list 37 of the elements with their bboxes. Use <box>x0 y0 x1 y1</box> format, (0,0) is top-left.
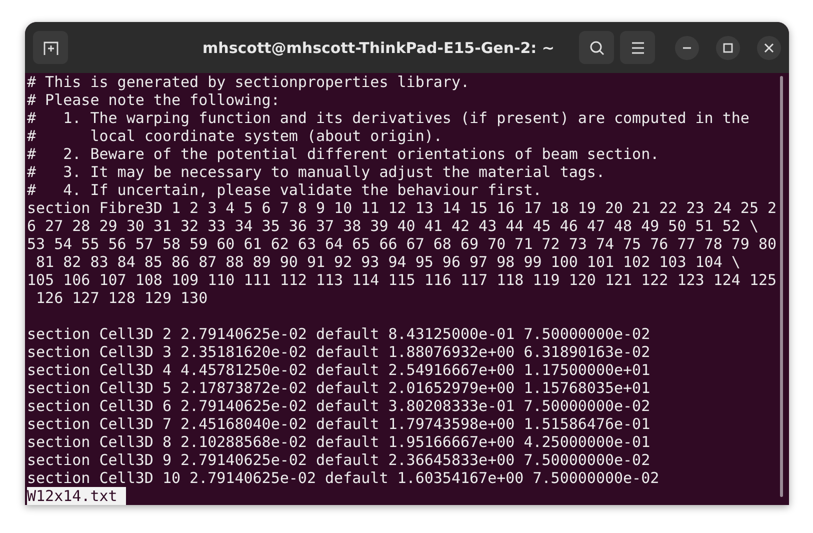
terminal-line: section Cell3D 3 2.35181620e-02 default 1.88076932e+00 6.31890163e-02 <box>27 343 650 361</box>
maximize-icon <box>723 42 733 52</box>
terminal-line: # 2. Beware of the potential different orientations of beam section. <box>27 145 660 163</box>
window-title: mhscott@mhscott-ThinkPad-E15-Gen-2: ~ <box>202 38 556 56</box>
menu-icon <box>630 42 644 54</box>
maximize-button[interactable] <box>716 36 740 60</box>
close-button[interactable] <box>757 36 781 60</box>
terminal-line: section Cell3D 4 4.45781250e-02 default 2.54916667e+00 1.17500000e+01 <box>27 361 650 379</box>
scrollbar[interactable] <box>780 76 783 497</box>
terminal-line: # This is generated by sectionproperties library. <box>27 73 470 91</box>
minimize-button[interactable] <box>675 36 699 60</box>
terminal-line: 105 106 107 108 109 110 111 112 113 114 115 116 117 118 119 120 121 122 123 124 125 <box>27 271 777 289</box>
terminal-line: section Fibre3D 1 2 3 4 5 6 7 8 9 10 11 12 13 14 15 16 17 18 19 20 21 22 23 24 25 2 <box>27 199 777 217</box>
search-button[interactable] <box>579 31 614 64</box>
new-tab-icon <box>42 40 58 56</box>
terminal-line: # local coordinate system (about origin). <box>27 127 442 145</box>
pager-prompt: W12x14.txt <box>27 487 126 505</box>
new-tab-button[interactable] <box>33 31 68 64</box>
terminal-line: 81 82 83 84 85 86 87 88 89 90 91 92 93 94 95 96 97 98 99 100 101 102 103 104 \ <box>35 253 740 271</box>
search-icon <box>588 40 604 56</box>
terminal-line: section Cell3D 7 2.45168040e-02 default 1.79743598e+00 1.51586476e-01 <box>27 415 650 433</box>
terminal-line: section Cell3D 8 2.10288568e-02 default 1.95166667e+00 4.25000000e-01 <box>27 433 650 451</box>
terminal-line: section Cell3D 9 2.79140625e-02 default 2.36645833e+00 7.50000000e-02 <box>27 451 650 469</box>
terminal-line: 126 127 128 129 130 <box>35 289 208 307</box>
terminal-line: section Cell3D 2 2.79140625e-02 default 8.43125000e-01 7.50000000e-02 <box>27 325 650 343</box>
minimize-icon <box>683 46 691 48</box>
terminal-line: # Please note the following: <box>27 91 280 109</box>
terminal-line: # 3. It may be necessary to manually adjust the material tags. <box>27 163 605 181</box>
terminal-line: 53 54 55 56 57 58 59 60 61 62 63 64 65 66 67 68 69 70 71 72 73 74 75 76 77 78 79 80 <box>27 235 777 253</box>
close-icon <box>764 42 774 52</box>
terminal-line: section Cell3D 6 2.79140625e-02 default 3.80208333e-01 7.50000000e-02 <box>27 397 650 415</box>
terminal-line: 6 27 28 29 30 31 32 33 34 35 36 37 38 39 40 41 42 43 44 45 46 47 48 49 50 51 52 \ <box>27 217 758 235</box>
menu-button[interactable] <box>620 31 655 64</box>
terminal-line: section Cell3D 10 2.79140625e-02 default 1.60354167e+00 7.50000000e-02 <box>27 469 660 487</box>
terminal-line: # 1. The warping function and its derivatives (if present) are computed in the <box>27 109 750 127</box>
terminal-line: section Cell3D 5 2.17873872e-02 default 2.01652979e+00 1.15768035e+01 <box>27 379 650 397</box>
terminal-line: # 4. If uncertain, please validate the behaviour first. <box>27 181 542 199</box>
